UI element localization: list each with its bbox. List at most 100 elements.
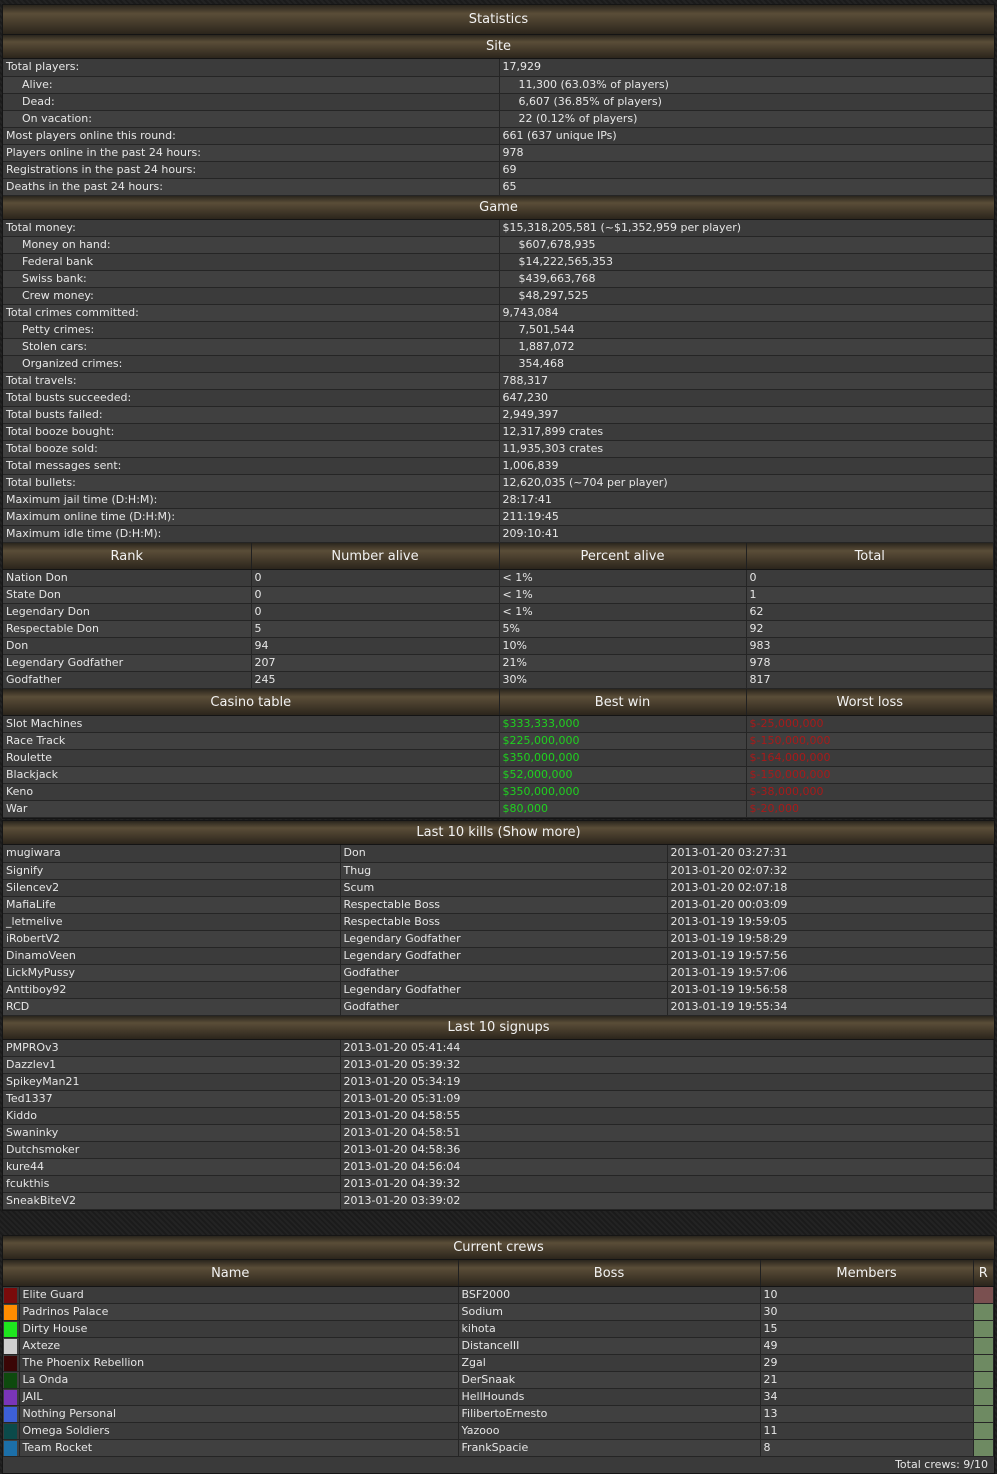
- rank-cell: 978: [746, 654, 994, 672]
- crew-row: Dirty House kihota 15: [3, 1320, 995, 1338]
- signup-player-name[interactable]: fcukthis: [3, 1175, 341, 1193]
- casino-best-win: $225,000,000: [499, 732, 747, 750]
- site-label: Players online in the past 24 hours:: [3, 144, 500, 162]
- crew-boss[interactable]: FilibertoErnesto: [458, 1405, 761, 1423]
- crew-name[interactable]: Elite Guard: [19, 1286, 459, 1304]
- kill-row: _letmelive Respectable Boss 2013-01-19 19:…: [3, 913, 994, 931]
- crew-boss[interactable]: BSF2000: [458, 1286, 761, 1304]
- signup-row: SpikeyMan21 2013-01-20 05:34:19: [3, 1073, 994, 1091]
- crew-row: Omega Soldiers Yazooo 11: [3, 1422, 995, 1440]
- rank-cell: 0: [746, 569, 994, 587]
- game-value: 211:19:45: [499, 508, 994, 526]
- signup-row: Ted1337 2013-01-20 05:31:09: [3, 1090, 994, 1108]
- game-label: Stolen cars:: [3, 338, 500, 356]
- kill-player-name[interactable]: mugiwara: [3, 845, 341, 863]
- crew-boss[interactable]: Sodium: [458, 1303, 761, 1321]
- kill-player-name[interactable]: LickMyPussy: [3, 964, 341, 982]
- kill-player-name[interactable]: RCD: [3, 998, 341, 1016]
- game-row: Money on hand: $607,678,935: [3, 236, 994, 254]
- crew-boss[interactable]: DistanceIII: [458, 1337, 761, 1355]
- rank-cell: 5: [251, 620, 500, 638]
- crew-name[interactable]: Team Rocket: [19, 1439, 459, 1457]
- signup-player-name[interactable]: kure44: [3, 1158, 341, 1176]
- casino-row: Slot Machines $333,333,000 $-25,000,000: [3, 715, 994, 733]
- signup-time: 2013-01-20 04:58:55: [340, 1107, 994, 1125]
- game-row: Crew money: $48,297,525: [3, 287, 994, 305]
- rank-cell: 0: [251, 569, 500, 587]
- kill-player-name[interactable]: DinamoVeen: [3, 947, 341, 965]
- kill-player-name[interactable]: _letmelive: [3, 913, 341, 931]
- crew-name[interactable]: Nothing Personal: [19, 1405, 459, 1423]
- game-value: 1,006,839: [499, 457, 994, 475]
- casino-best-win: $350,000,000: [499, 783, 747, 801]
- site-label: Dead:: [3, 93, 500, 111]
- kill-player-name[interactable]: iRobertV2: [3, 930, 341, 948]
- crew-r-cell: [973, 1422, 995, 1440]
- crew-name[interactable]: Omega Soldiers: [19, 1422, 459, 1440]
- crew-boss[interactable]: DerSnaak: [458, 1371, 761, 1389]
- rank-cell: 983: [746, 637, 994, 655]
- crew-row: Elite Guard BSF2000 10: [3, 1286, 995, 1304]
- kill-row: Signify Thug 2013-01-20 02:07:32: [3, 862, 994, 880]
- site-label: Alive:: [3, 76, 500, 94]
- signup-player-name[interactable]: Kiddo: [3, 1107, 341, 1125]
- signup-player-name[interactable]: SneakBiteV2: [3, 1192, 341, 1210]
- crew-row: Padrinos Palace Sodium 30: [3, 1303, 995, 1321]
- rank-cell: 0: [251, 586, 500, 604]
- crew-name[interactable]: La Onda: [19, 1371, 459, 1389]
- game-label: Total busts failed:: [3, 406, 500, 424]
- game-row: Maximum jail time (D:H:M): 28:17:41: [3, 491, 994, 509]
- game-label: Total booze sold:: [3, 440, 500, 458]
- kill-time: 2013-01-19 19:59:05: [667, 913, 994, 931]
- rank-cell: 207: [251, 654, 500, 672]
- game-value: $14,222,565,353: [499, 253, 994, 271]
- signup-row: Swaninky 2013-01-20 04:58:51: [3, 1124, 994, 1142]
- site-row: Dead: 6,607 (36.85% of players): [3, 93, 994, 111]
- crews-table: Name Boss Members R Elite Guard BSF2000 10 Pad…: [3, 1260, 995, 1457]
- casino-game-name: Blackjack: [3, 766, 500, 784]
- crew-boss[interactable]: Yazooo: [458, 1422, 761, 1440]
- crew-color-cell: [3, 1303, 20, 1321]
- site-label: Registrations in the past 24 hours:: [3, 161, 500, 179]
- crew-name[interactable]: Dirty House: [19, 1320, 459, 1338]
- rank-cell: 0: [251, 603, 500, 621]
- game-row: Total crimes committed: 9,743,084: [3, 304, 994, 322]
- signup-player-name[interactable]: Swaninky: [3, 1124, 341, 1142]
- signup-time: 2013-01-20 05:34:19: [340, 1073, 994, 1091]
- signup-player-name[interactable]: Dazzlev1: [3, 1056, 341, 1074]
- crew-members: 8: [760, 1439, 974, 1457]
- crew-boss[interactable]: Zgal: [458, 1354, 761, 1372]
- site-row: Deaths in the past 24 hours: 65: [3, 178, 994, 196]
- game-row: Total money: $15,318,205,581 (~$1,352,959…: [3, 219, 994, 237]
- game-label: Total booze bought:: [3, 423, 500, 441]
- crew-r-cell: [973, 1303, 995, 1321]
- signup-player-name[interactable]: Dutchsmoker: [3, 1141, 341, 1159]
- site-row: Alive: 11,300 (63.03% of players): [3, 76, 994, 94]
- game-row: Maximum online time (D:H:M): 211:19:45: [3, 508, 994, 526]
- kill-row: MafiaLife Respectable Boss 2013-01-20 00:0…: [3, 896, 994, 914]
- crew-name[interactable]: Padrinos Palace: [19, 1303, 459, 1321]
- crew-name[interactable]: Axteze: [19, 1337, 459, 1355]
- signup-player-name[interactable]: SpikeyMan21: [3, 1073, 341, 1091]
- crew-boss[interactable]: HellHounds: [458, 1388, 761, 1406]
- crew-r-cell: [973, 1354, 995, 1372]
- signup-player-name[interactable]: PMPROv3: [3, 1039, 341, 1057]
- game-label: Federal bank: [3, 253, 500, 271]
- casino-row: War $80,000 $-20,000: [3, 800, 994, 818]
- kill-player-name[interactable]: Anttiboy92: [3, 981, 341, 999]
- crew-members: 10: [760, 1286, 974, 1304]
- crew-boss[interactable]: FrankSpacie: [458, 1439, 761, 1457]
- crew-name[interactable]: JAIL: [19, 1388, 459, 1406]
- signup-player-name[interactable]: Ted1337: [3, 1090, 341, 1108]
- kill-player-name[interactable]: MafiaLife: [3, 896, 341, 914]
- kill-player-name[interactable]: Signify: [3, 862, 341, 880]
- rank-row: Legendary Don 0 < 1% 62: [3, 603, 994, 621]
- signup-time: 2013-01-20 04:58:36: [340, 1141, 994, 1159]
- crew-boss[interactable]: kihota: [458, 1320, 761, 1338]
- kill-player-name[interactable]: Silencev2: [3, 879, 341, 897]
- kills-signups-panel: Last 10 kills (Show more) mugiwara Don 201…: [2, 820, 995, 1211]
- crew-name[interactable]: The Phoenix Rebellion: [19, 1354, 459, 1372]
- kills-header[interactable]: Last 10 kills (Show more): [3, 821, 994, 845]
- crew-members: 29: [760, 1354, 974, 1372]
- casino-best-win: $52,000,000: [499, 766, 747, 784]
